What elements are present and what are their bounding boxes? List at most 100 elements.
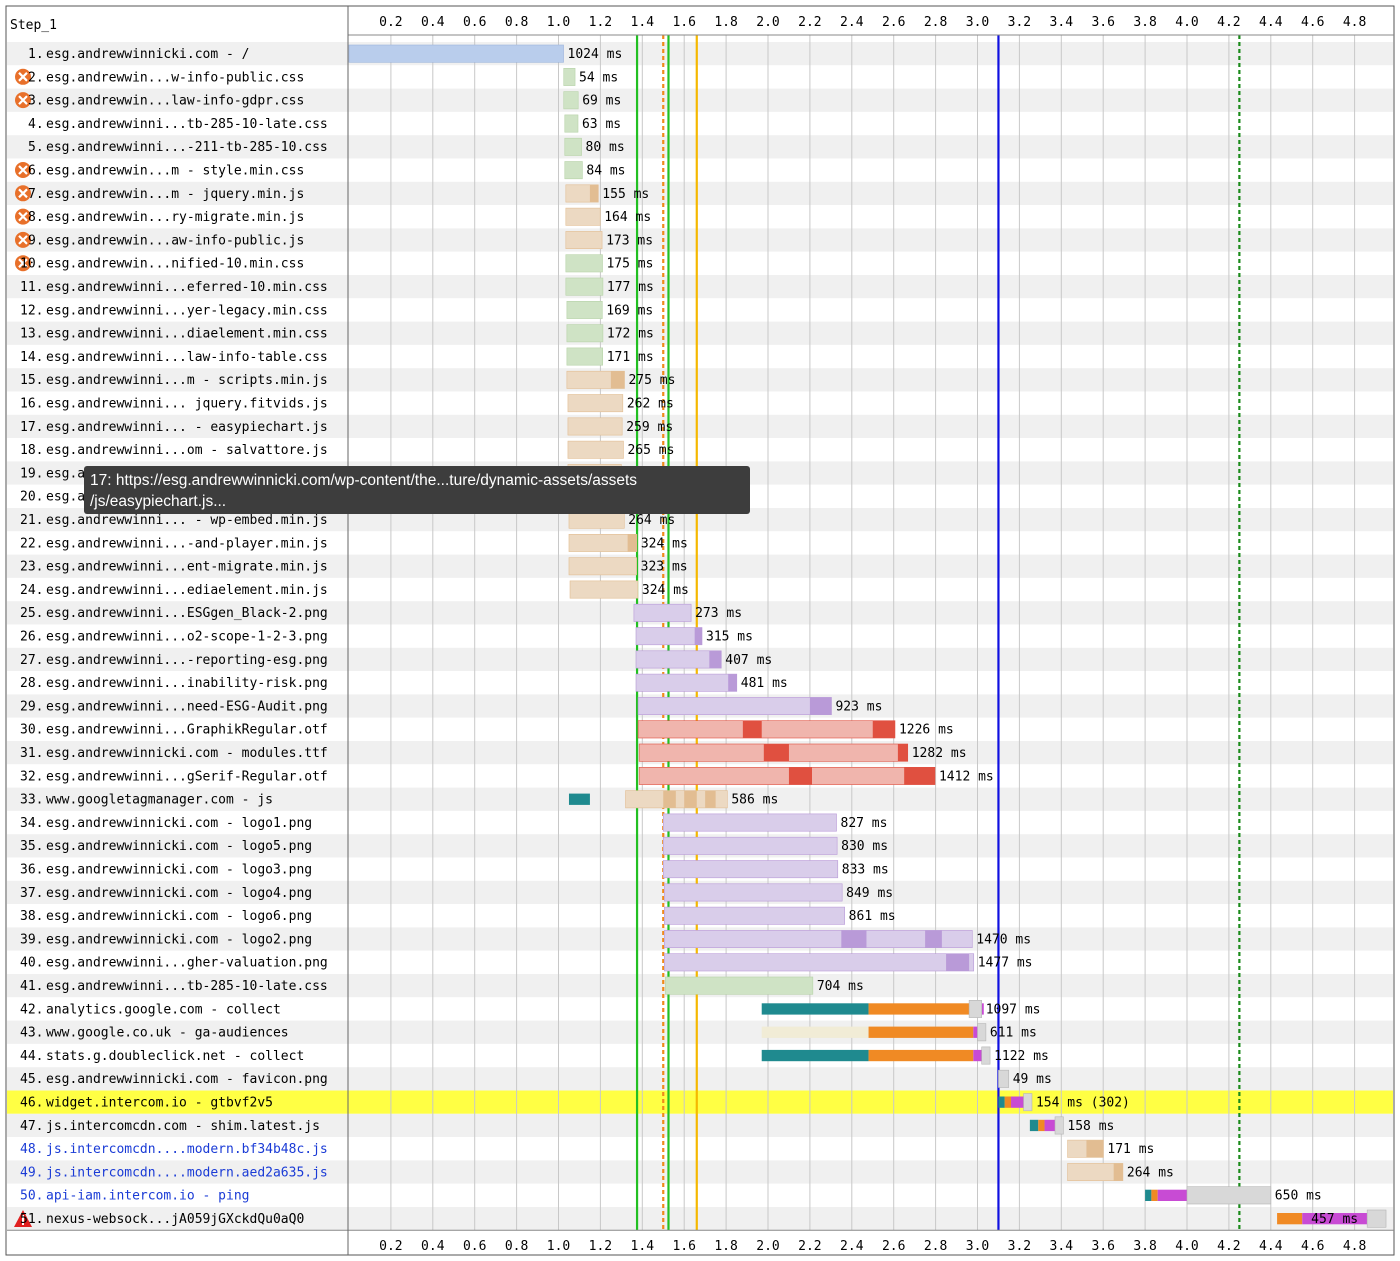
request-label[interactable]: esg.andrewwinni...-211-tb-285-10.css bbox=[46, 140, 328, 155]
request-label[interactable]: esg.andrewwinnicki.com - logo4.png bbox=[46, 886, 312, 901]
request-label[interactable]: esg.andrewwinni... jquery.fitvids.js bbox=[46, 397, 328, 412]
duration-label: 265 ms bbox=[627, 443, 674, 458]
request-bar[interactable] bbox=[568, 533, 638, 552]
request-label[interactable]: esg.andrewwinni...eferred-10.min.css bbox=[46, 280, 328, 295]
request-bar[interactable] bbox=[977, 1023, 987, 1042]
request-bar[interactable] bbox=[565, 207, 601, 226]
request-label[interactable]: esg.andrewwinni...need-ESG-Audit.png bbox=[46, 699, 328, 714]
request-label[interactable]: esg.andrewwinni...-and-player.min.js bbox=[46, 536, 328, 551]
request-label[interactable]: esg.andrewwinni...tb-285-10-late.css bbox=[46, 979, 328, 994]
request-bar[interactable] bbox=[563, 68, 576, 86]
request-bar[interactable] bbox=[564, 137, 582, 156]
request-bar[interactable] bbox=[566, 300, 603, 319]
request-bar[interactable] bbox=[663, 883, 843, 902]
request-label[interactable]: www.googletagmanager.com - js bbox=[46, 793, 273, 808]
request-label[interactable]: widget.intercom.io - gtbvf2v5 bbox=[46, 1096, 273, 1111]
request-label[interactable]: esg.andrewwinni... - easypiechart.js bbox=[46, 420, 328, 435]
request-label[interactable]: js.intercomcdn....modern.aed2a635.js bbox=[46, 1165, 328, 1180]
request-bar[interactable] bbox=[998, 1069, 1010, 1088]
request-label[interactable]: esg.andrewwinni... - wp-embed.min.js bbox=[46, 513, 328, 528]
request-bar[interactable] bbox=[662, 836, 838, 855]
request-bar[interactable] bbox=[633, 603, 692, 622]
request-bar[interactable] bbox=[566, 347, 604, 366]
request-label[interactable]: js.intercomcdn.com - shim.latest.js bbox=[46, 1119, 320, 1134]
request-bar[interactable] bbox=[565, 254, 603, 273]
request-label[interactable]: esg.andrewwinni...gSerif-Regular.otf bbox=[46, 769, 328, 784]
request-bar[interactable] bbox=[665, 976, 814, 995]
request-bar[interactable] bbox=[566, 324, 604, 343]
request-bar[interactable] bbox=[567, 394, 624, 413]
request-label[interactable]: analytics.google.com - collect bbox=[46, 1002, 281, 1017]
request-label[interactable]: esg.andrewwinnicki.com - / bbox=[46, 47, 250, 62]
request-bar[interactable] bbox=[637, 720, 896, 739]
tick-label-bottom: 1.0 bbox=[547, 1239, 570, 1254]
request-label[interactable]: esg.andrewwin...m - style.min.css bbox=[46, 164, 304, 179]
request-label[interactable]: esg.andrewwinnicki.com - logo3.png bbox=[46, 863, 312, 878]
request-label[interactable]: esg.andrewwinni...-reporting-esg.png bbox=[46, 653, 328, 668]
request-number: 26. bbox=[20, 630, 43, 645]
tick-label-bottom: 2.0 bbox=[756, 1239, 779, 1254]
request-label[interactable]: esg.andrewwinni...tb-285-10-late.css bbox=[46, 117, 328, 132]
request-number: 13. bbox=[20, 327, 43, 342]
request-label[interactable]: esg.andrewwinni...ESGgen_Black-2.png bbox=[46, 606, 328, 621]
request-label[interactable]: esg.andrewwinnicki.com - logo2.png bbox=[46, 932, 312, 947]
request-bar[interactable] bbox=[1366, 1209, 1387, 1228]
request-label[interactable]: esg.andrewwinnicki.com - modules.ttf bbox=[46, 746, 328, 761]
request-label[interactable]: esg.andrewwinni...law-info-table.css bbox=[46, 350, 328, 365]
request-bar[interactable] bbox=[565, 277, 604, 296]
duration-label: 1122 ms bbox=[994, 1049, 1049, 1064]
request-label[interactable]: esg.andrewwinni...GraphikRegular.otf bbox=[46, 723, 328, 738]
request-bar[interactable] bbox=[564, 161, 583, 180]
request-label[interactable]: esg.andrewwin...m - jquery.min.js bbox=[46, 187, 304, 202]
request-label[interactable]: esg.andrewwin...nified-10.min.css bbox=[46, 257, 304, 272]
request-label[interactable]: esg.andrewwinni...gher-valuation.png bbox=[46, 956, 328, 971]
request-label[interactable]: nexus-websock...jA059jGXckdQu0aQ0 bbox=[46, 1212, 304, 1227]
request-bar[interactable] bbox=[1023, 1093, 1033, 1112]
request-label[interactable]: esg.andrewwinnicki.com - favicon.png bbox=[46, 1072, 328, 1087]
tick-label-top: 2.4 bbox=[840, 15, 864, 30]
request-label[interactable]: esg.andrewwinni...ediaelement.min.js bbox=[46, 583, 328, 598]
request-bar[interactable] bbox=[638, 766, 936, 785]
request-bar[interactable] bbox=[981, 1046, 991, 1065]
request-bar[interactable] bbox=[1054, 1116, 1064, 1135]
request-label[interactable]: api-iam.intercom.io - ping bbox=[46, 1189, 250, 1204]
request-label[interactable]: esg.andrewwinni...m - scripts.min.js bbox=[46, 373, 328, 388]
request-bar[interactable] bbox=[968, 999, 982, 1018]
request-label[interactable]: esg.andrewwin...aw-info-public.js bbox=[46, 233, 304, 248]
request-label[interactable]: esg.andrewwin...ry-migrate.min.js bbox=[46, 210, 304, 225]
request-bar[interactable] bbox=[635, 650, 722, 669]
request-label[interactable]: esg.andrewwinnicki.com - logo5.png bbox=[46, 839, 312, 854]
request-label[interactable]: www.google.co.uk - ga-audiences bbox=[46, 1026, 289, 1041]
request-label[interactable]: esg.andrewwinnicki.com - logo1.png bbox=[46, 816, 312, 831]
request-label[interactable]: esg.andrewwinni...ent-migrate.min.js bbox=[46, 560, 328, 575]
request-bar[interactable] bbox=[635, 627, 703, 646]
duration-label: 259 ms bbox=[626, 420, 673, 435]
request-bar[interactable] bbox=[662, 860, 839, 879]
request-label[interactable]: js.intercomcdn....modern.bf34b48c.js bbox=[46, 1142, 328, 1157]
request-label[interactable]: esg.andrewwinni...yer-legacy.min.css bbox=[46, 303, 328, 318]
request-bar[interactable] bbox=[567, 440, 624, 459]
request-bar[interactable] bbox=[635, 673, 738, 692]
request-bar[interactable] bbox=[637, 697, 832, 716]
request-bar[interactable] bbox=[564, 114, 579, 133]
request-bar[interactable] bbox=[663, 953, 975, 972]
request-bar[interactable] bbox=[569, 580, 639, 599]
request-label[interactable]: stats.g.doubleclick.net - collect bbox=[46, 1049, 304, 1064]
tick-label-bottom: 3.6 bbox=[1091, 1239, 1114, 1254]
request-bar[interactable] bbox=[565, 231, 603, 249]
request-bar[interactable] bbox=[348, 44, 564, 63]
duration-label: 262 ms bbox=[627, 397, 674, 412]
request-bar[interactable] bbox=[663, 906, 845, 925]
request-label[interactable]: esg.andrewwin...w-info-public.css bbox=[46, 70, 304, 85]
request-label[interactable]: esg.andrewwinni...o2-scope-1-2-3.png bbox=[46, 630, 328, 645]
request-label[interactable]: esg.andrewwinni...om - salvattore.js bbox=[46, 443, 328, 458]
request-bar[interactable] bbox=[662, 813, 837, 832]
request-bar[interactable] bbox=[563, 91, 579, 110]
request-label[interactable]: esg.andrewwinnicki.com - logo6.png bbox=[46, 909, 312, 924]
request-label[interactable]: esg.andrewwinni...inability-risk.png bbox=[46, 676, 328, 691]
request-bar[interactable] bbox=[567, 417, 623, 436]
request-label[interactable]: esg.andrewwin...law-info-gdpr.css bbox=[46, 94, 304, 109]
request-label[interactable]: esg.andrewwinni...diaelement.min.css bbox=[46, 327, 328, 342]
request-bar[interactable] bbox=[568, 557, 637, 576]
request-bar[interactable] bbox=[1186, 1186, 1272, 1205]
